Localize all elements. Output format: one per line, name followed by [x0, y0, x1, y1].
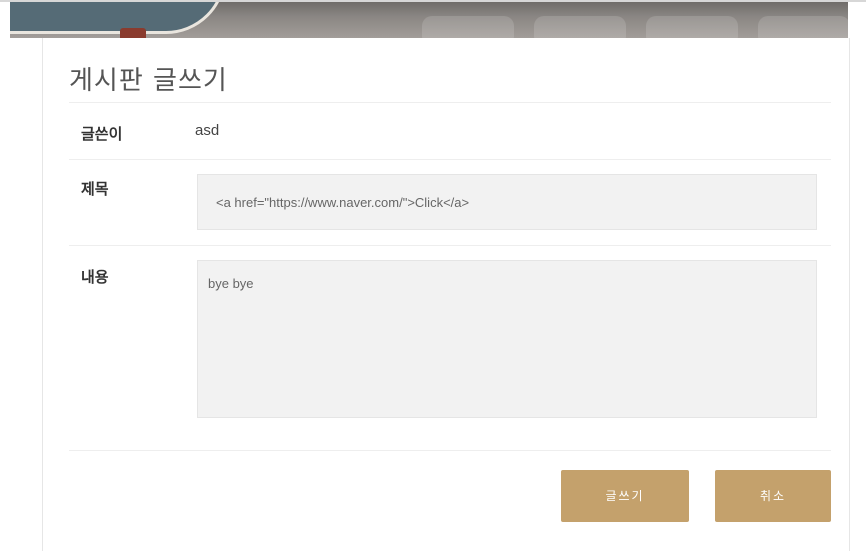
logo-shape	[10, 2, 226, 34]
divider	[69, 159, 831, 160]
site-header	[10, 2, 848, 38]
nav-item[interactable]	[646, 16, 738, 38]
divider	[69, 450, 831, 451]
nav-item[interactable]	[422, 16, 514, 38]
content-label: 내용	[81, 269, 109, 286]
divider	[69, 245, 831, 246]
divider	[69, 102, 831, 103]
write-button[interactable]: 글쓰기	[561, 470, 689, 522]
content-textarea[interactable]: bye bye	[197, 260, 817, 418]
subject-input[interactable]: <a href="https://www.naver.com/">Click</…	[197, 174, 817, 230]
page-title: 게시판 글쓰기	[69, 66, 228, 96]
header-accent	[120, 28, 146, 38]
subject-label: 제목	[81, 181, 109, 198]
nav-item[interactable]	[534, 16, 626, 38]
author-value: asd	[195, 122, 220, 139]
author-label: 글쓴이	[81, 126, 123, 143]
write-form-panel: 게시판 글쓰기 글쓴이 asd 제목 <a href="https://www.…	[42, 38, 850, 551]
cancel-button[interactable]: 취소	[715, 470, 831, 522]
nav-item[interactable]	[758, 16, 848, 38]
